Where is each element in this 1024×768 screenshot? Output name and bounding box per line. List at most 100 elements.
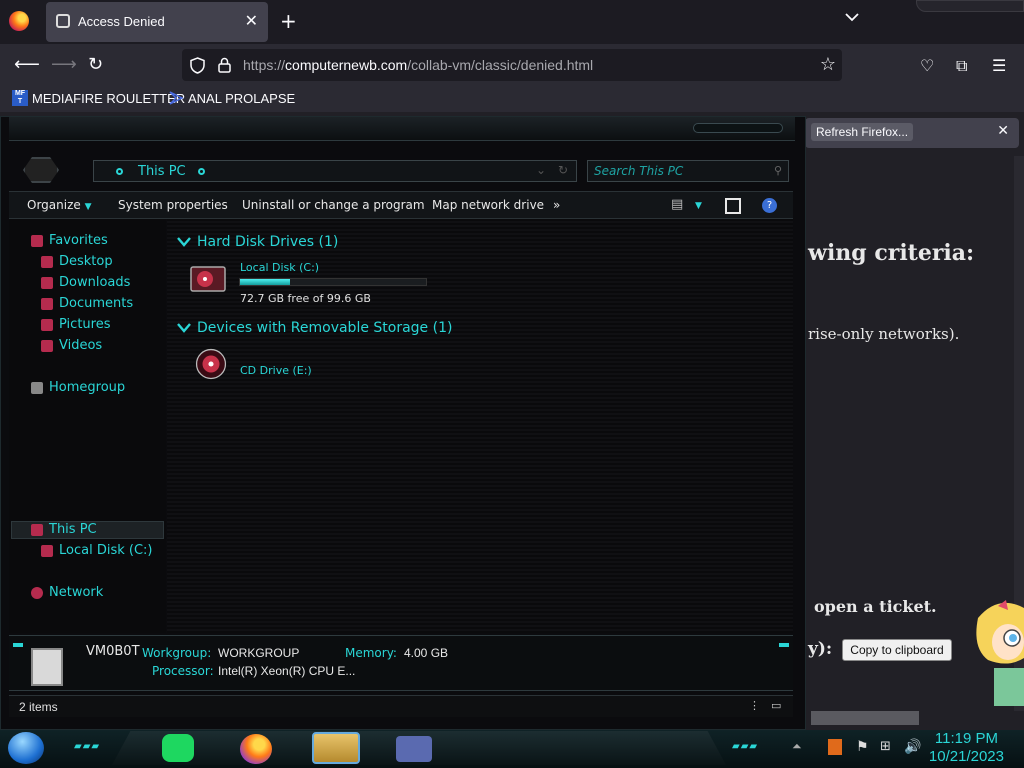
- pocket-icon[interactable]: ♡: [920, 56, 934, 75]
- system-clock[interactable]: 11:19 PM 10/21/2023: [929, 730, 1004, 766]
- bookmark-label: MEDIAFIRE ROULETTER: [32, 90, 186, 106]
- page-ticket-text: open a ticket.: [814, 597, 937, 616]
- frame-accent: [779, 643, 789, 647]
- list-tabs-chevron-down-icon[interactable]: [845, 12, 859, 22]
- breadcrumb-separator-icon[interactable]: [198, 168, 205, 175]
- sidebar-item-desktop[interactable]: Desktop: [41, 254, 113, 269]
- system-properties-button[interactable]: System properties: [118, 198, 228, 212]
- control-panel-taskbar-icon[interactable]: [396, 736, 432, 762]
- page-icon: [56, 14, 70, 28]
- firefox-taskbar-icon[interactable]: [240, 734, 272, 764]
- back-arrow-icon[interactable]: ⟵: [14, 54, 40, 75]
- network-status-icon[interactable]: ⊞: [880, 739, 896, 755]
- group-header-hard-disks[interactable]: Hard Disk Drives (1): [177, 234, 338, 250]
- forward-arrow-icon[interactable]: ⟶: [51, 54, 77, 75]
- search-input[interactable]: Search This PC ⚲: [587, 160, 789, 182]
- tracking-shield-icon[interactable]: [190, 57, 205, 74]
- bookmark-label: ANAL PROLAPSE: [188, 90, 296, 106]
- group-header-removable[interactable]: Devices with Removable Storage (1): [177, 320, 452, 336]
- new-tab-icon[interactable]: +: [280, 9, 297, 33]
- chevron-down-icon[interactable]: [177, 323, 191, 333]
- bookmark-second[interactable]: ANAL PROLAPSE: [168, 90, 295, 106]
- horizontal-scrollbar[interactable]: [811, 711, 919, 725]
- workgroup-label: Workgroup:: [142, 646, 212, 660]
- start-orb-icon[interactable]: [8, 732, 44, 764]
- drive-usage-fill: [240, 279, 291, 285]
- tab-access-denied[interactable]: Access Denied ✕: [46, 2, 268, 42]
- url-bar[interactable]: https://computernewb.com/collab-vm/class…: [182, 49, 842, 81]
- map-network-drive-button[interactable]: Map network drive: [432, 198, 544, 212]
- lock-icon[interactable]: [218, 57, 231, 73]
- sidebar-item-pictures[interactable]: Pictures: [41, 317, 110, 332]
- taskbar-ornament: ▰▰▰: [74, 741, 101, 752]
- sidebar-item-videos[interactable]: Videos: [41, 338, 102, 353]
- computer-icon: [31, 523, 43, 536]
- sidebar-item-label: This PC: [49, 522, 97, 537]
- chevron-down-icon[interactable]: [177, 237, 191, 247]
- star-icon: [31, 234, 43, 247]
- memory-label: Memory:: [345, 646, 397, 660]
- sidebar-item-local-disk[interactable]: Local Disk (C:): [41, 543, 152, 558]
- java-update-icon[interactable]: [828, 739, 842, 755]
- menu-hamburger-icon[interactable]: ☰: [992, 56, 1006, 75]
- notes-app-icon[interactable]: [162, 734, 194, 762]
- bookmarks-bar: MF T MEDIAFIRE ROULETTER ANAL PROLAPSE: [0, 86, 1024, 112]
- drive-name-local-disk[interactable]: Local Disk (C:): [240, 261, 319, 274]
- url-text[interactable]: https://computernewb.com/collab-vm/class…: [243, 57, 593, 73]
- content-pane: Hard Disk Drives (1) Local Disk (C:) 72.…: [167, 219, 793, 633]
- sidebar-item-label: Pictures: [59, 317, 111, 332]
- uninstall-program-button[interactable]: Uninstall or change a program: [242, 198, 425, 212]
- taskbar: ▰▰▰ ▰▰▰ ⏶ ⚑ ⊞ 🔊 11:19 PM 10/21/2023: [0, 730, 1024, 768]
- search-icon[interactable]: ⚲: [774, 164, 782, 177]
- command-bar: Organize ▼ System properties Uninstall o…: [9, 191, 793, 219]
- show-hidden-icons-icon[interactable]: ⏶: [792, 739, 808, 755]
- firefox-logo-icon: [9, 11, 29, 31]
- tiles-view-icon[interactable]: ▭: [771, 699, 781, 712]
- bookmark-star-icon[interactable]: ☆: [820, 54, 836, 75]
- back-forward-orb-icon[interactable]: [23, 157, 59, 183]
- more-commands-button[interactable]: »: [553, 198, 560, 212]
- workgroup-value: WORKGROUP: [218, 646, 300, 660]
- window-frame-top: [9, 117, 795, 141]
- extensions-icon[interactable]: ⧉: [956, 56, 967, 76]
- sidebar-item-this-pc[interactable]: This PC: [31, 522, 97, 537]
- action-center-flag-icon[interactable]: ⚑: [856, 739, 872, 755]
- drive-name-cd[interactable]: CD Drive (E:): [240, 364, 312, 377]
- window-controls: [916, 0, 1024, 12]
- tab-close-icon[interactable]: ✕: [245, 11, 258, 30]
- chevron-down-icon[interactable]: ⌄: [536, 163, 546, 177]
- help-icon[interactable]: ?: [762, 198, 777, 213]
- sidebar-item-homegroup[interactable]: Homegroup: [31, 380, 125, 395]
- mediafire-icon: MF T: [12, 90, 28, 106]
- frame-accent: [13, 643, 23, 647]
- file-explorer-taskbar-icon[interactable]: [312, 732, 360, 764]
- organize-button[interactable]: Organize ▼: [27, 198, 92, 212]
- refresh-firefox-button[interactable]: Refresh Firefox...: [811, 123, 914, 141]
- sidebar-item-network[interactable]: Network: [31, 585, 103, 600]
- processor-label: Processor:: [152, 664, 214, 678]
- clock-time: 11:19 PM: [934, 730, 998, 747]
- sidebar-item-favorites[interactable]: Favorites: [31, 233, 108, 248]
- sidebar-item-downloads[interactable]: Downloads: [41, 275, 130, 290]
- close-icon[interactable]: ✕: [997, 123, 1009, 139]
- taskbar-ornament: ▰▰▰: [732, 741, 759, 752]
- sidebar-item-label: Local Disk (C:): [59, 543, 153, 558]
- details-view-icon[interactable]: ⋮: [749, 699, 760, 712]
- sidebar-item-label: Videos: [59, 338, 103, 353]
- address-bar[interactable]: This PC ⌄ ↻: [93, 160, 577, 182]
- address-text[interactable]: This PC: [138, 164, 186, 179]
- bookmark-mediafire[interactable]: MF T MEDIAFIRE ROULETTER: [12, 90, 185, 106]
- sidebar-item-documents[interactable]: Documents: [41, 296, 133, 311]
- copy-to-clipboard-button[interactable]: Copy to clipboard: [842, 639, 952, 661]
- volume-icon[interactable]: 🔊: [904, 739, 921, 755]
- cd-drive-icon: [195, 348, 227, 380]
- chevron-down-icon[interactable]: ▼: [695, 201, 702, 211]
- sidebar-item-label: Homegroup: [49, 380, 126, 395]
- view-options-icon[interactable]: ▤: [671, 197, 683, 212]
- reload-icon[interactable]: ↻: [88, 54, 103, 75]
- refresh-icon[interactable]: ↻: [558, 163, 568, 177]
- preview-pane-icon[interactable]: [725, 198, 741, 214]
- pictures-icon: [41, 318, 53, 331]
- group-title: Hard Disk Drives (1): [197, 234, 339, 250]
- clock-date: 10/21/2023: [928, 748, 1004, 765]
